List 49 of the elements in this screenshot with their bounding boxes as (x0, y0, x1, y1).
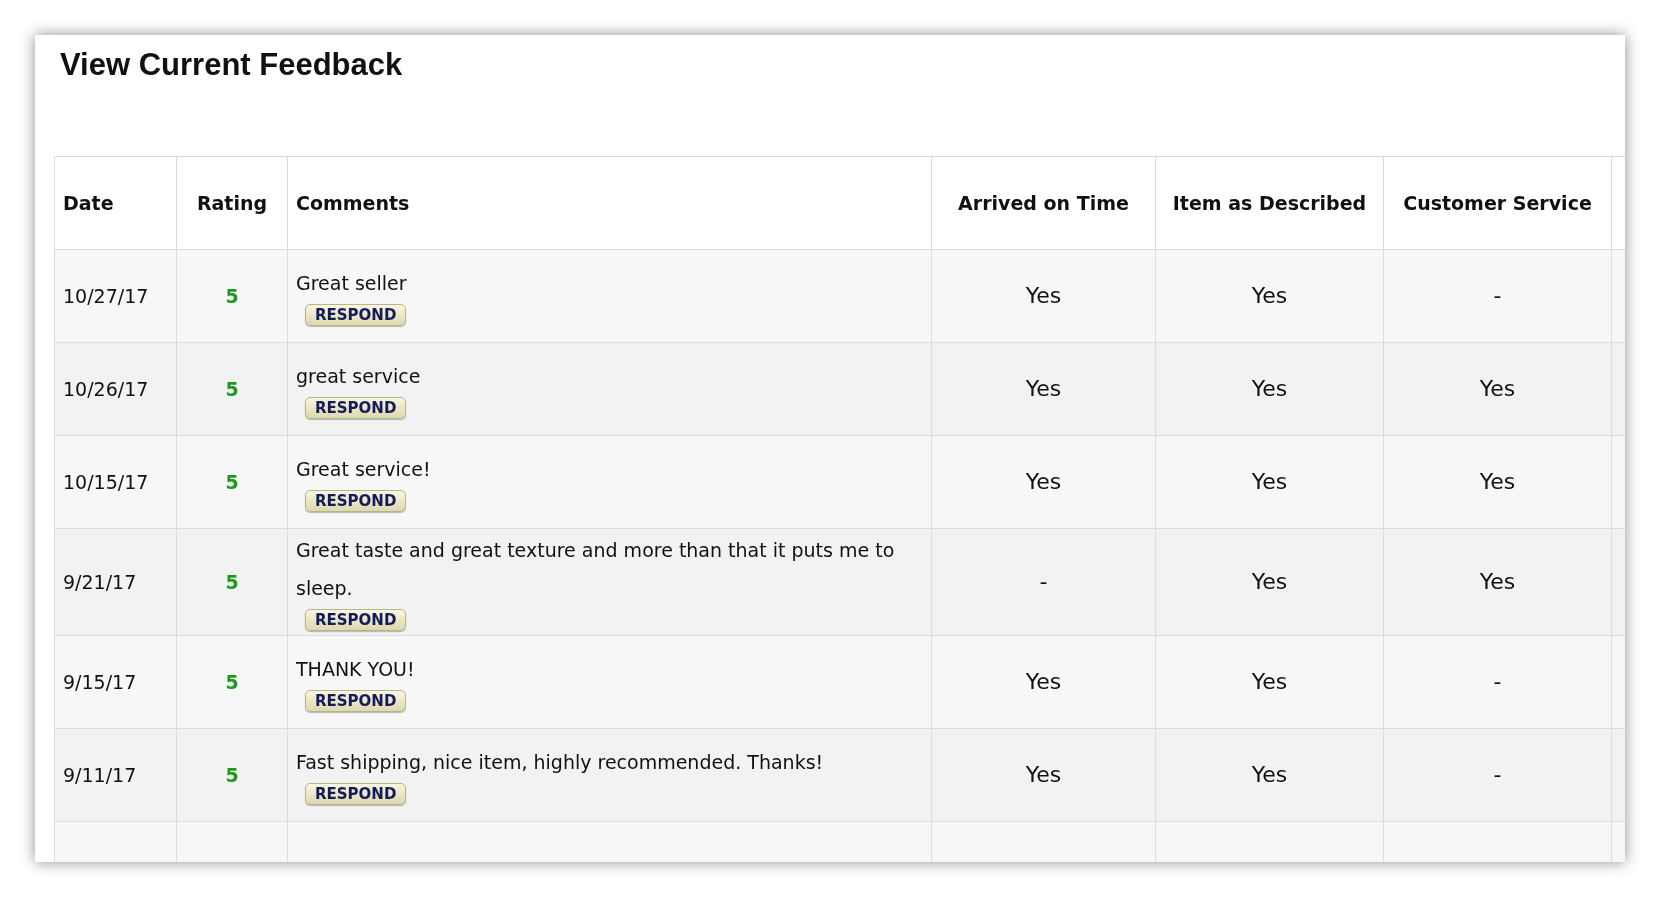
described-cell: Yes (1251, 668, 1288, 694)
described-cell: Yes (1251, 282, 1288, 308)
respond-button[interactable]: RESPOND (305, 397, 407, 419)
respond-button[interactable]: RESPOND (305, 609, 407, 631)
comment-text: THANK YOU! (296, 657, 416, 682)
arrived-cell: Yes (1025, 375, 1062, 401)
arrived-cell: Yes (1025, 282, 1062, 308)
rating-cell: 5 (225, 377, 239, 400)
date-cell: 10/27/17 (63, 284, 149, 307)
service-cell: - (1493, 761, 1502, 787)
respond-button[interactable]: RESPOND (305, 304, 407, 326)
rating-cell: 5 (225, 670, 239, 693)
column-header: Comments (296, 191, 410, 214)
respond-button[interactable]: RESPOND (305, 783, 407, 805)
date-cell: 10/26/17 (63, 377, 149, 400)
service-cell: Yes (1479, 568, 1516, 594)
service-cell: Yes (1479, 468, 1516, 494)
column-header: Rating (196, 191, 268, 214)
page-title: View Current Feedback (60, 47, 404, 84)
described-cell: Yes (1251, 761, 1288, 787)
column-header: Arrived on Time (958, 191, 1129, 214)
comment-text: great service (296, 364, 422, 389)
rating-cell: 5 (225, 570, 239, 593)
arrived-cell: Yes (1025, 761, 1062, 787)
rating-cell: 5 (225, 284, 239, 307)
service-cell: - (1493, 668, 1502, 694)
rating-cell: 5 (225, 763, 239, 786)
service-cell: Yes (1479, 375, 1516, 401)
column-header: Customer Service (1403, 191, 1592, 214)
described-cell: Yes (1251, 468, 1288, 494)
rating-cell: 5 (225, 470, 239, 493)
column-header: Date (63, 191, 114, 214)
column-header: Item as Described (1172, 191, 1367, 214)
described-cell: Yes (1251, 568, 1288, 594)
respond-button[interactable]: RESPOND (305, 690, 407, 712)
date-cell: 10/15/17 (63, 470, 149, 493)
comment-text: Great seller (296, 271, 408, 296)
arrived-cell: Yes (1025, 468, 1062, 494)
comment-text: Fast shipping, nice item, highly recommended. Thanks! (296, 750, 825, 775)
comment-text: Great service! (296, 457, 432, 482)
arrived-cell: Yes (1025, 668, 1062, 694)
arrived-cell: - (1039, 568, 1048, 594)
date-cell: 9/15/17 (63, 670, 137, 693)
service-cell: - (1493, 282, 1502, 308)
described-cell: Yes (1251, 375, 1288, 401)
comment-text: Great taste and great texture and more than that it puts me to sleep. (296, 538, 896, 601)
date-cell: 9/21/17 (63, 570, 137, 593)
respond-button[interactable]: RESPOND (305, 490, 407, 512)
date-cell: 9/11/17 (63, 763, 137, 786)
